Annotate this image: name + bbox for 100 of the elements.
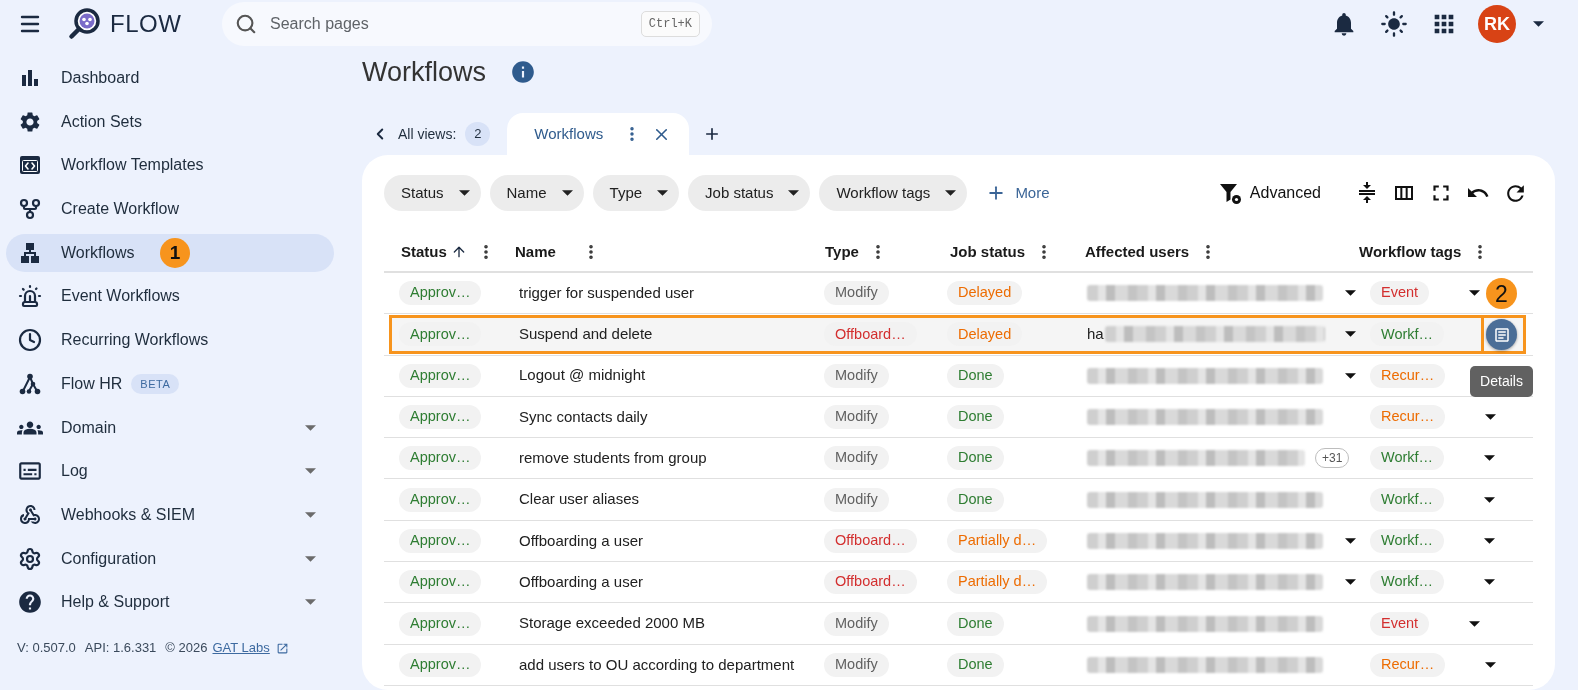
copyright-text: © 2026 [165,639,208,658]
filter-chip[interactable]: Status [384,175,481,211]
type-tag: Modify [824,405,889,430]
caret-icon[interactable] [561,190,573,196]
job-status-tag: Done [947,446,1004,471]
hierarchy-icon [18,240,42,265]
filter-chip[interactable]: Type [592,175,680,211]
job-status-tag: Done [947,405,1004,430]
type-tag: Modify [824,487,889,512]
sidebar-item[interactable]: Configuration [6,539,334,578]
caret-icon[interactable] [1469,620,1481,627]
settings-icon [18,546,42,571]
sidebar-item[interactable]: Workflow Templates [6,146,334,185]
status-tag: Approv… [399,446,482,471]
caret-icon[interactable] [458,190,470,196]
caret-icon[interactable] [788,190,800,196]
caret-icon[interactable] [1345,537,1356,544]
avatar-button[interactable]: RK [1478,5,1516,43]
sidebar-item[interactable]: Webhooks & SIEM [6,495,334,534]
step-marker: 2 [1486,278,1517,310]
workflow-name: remove students from group [519,448,707,469]
caret-icon[interactable] [657,190,669,196]
caret-icon[interactable] [1485,414,1497,421]
sun-icon[interactable] [1380,10,1408,38]
status-tag: Approv… [399,611,482,636]
search-field[interactable]: Search pages Ctrl+K [222,2,712,46]
sidebar-item[interactable]: Flow HR BETA [6,364,334,403]
caret-icon[interactable] [1533,21,1544,27]
shortcut-hint: Ctrl+K [640,11,700,37]
workflow-name: Clear user aliases [519,489,640,510]
filter-chip[interactable]: Workflow tags [819,175,968,211]
workflow-tag: Recur… [1370,405,1446,430]
more-filters-button[interactable]: More [986,181,1050,205]
column-header[interactable]: Affected users [1085,240,1190,264]
workflow-tag: Workf… [1370,487,1445,512]
job-status-tag: Done [947,652,1004,677]
workflow-tag: Recur… [1370,363,1446,388]
type-tag: Modify [824,363,889,388]
sidebar-item[interactable]: Action Sets [6,102,334,141]
sidebar-item[interactable]: Recurring Workflows [6,321,334,360]
more-users-count[interactable]: +31 [1315,448,1350,469]
caret-icon[interactable] [1345,372,1356,379]
caret-icon[interactable] [1484,455,1496,462]
column-header[interactable]: Job status [950,240,1025,264]
help-icon [17,589,43,616]
job-status-tag: Done [947,611,1004,636]
workflow-name: add users to OU according to department [519,654,795,675]
info-icon[interactable] [510,59,537,85]
caret-icon[interactable] [1484,496,1496,503]
tooltip: Details [1470,366,1533,398]
caret-icon[interactable] [1469,290,1481,297]
search-icon [235,13,257,35]
caret-icon[interactable] [945,190,957,196]
workflow-name: Logout @ midnight [519,365,646,386]
column-header[interactable]: Type [825,240,859,264]
sidebar-item[interactable]: Domain [6,408,334,447]
document-icon [1492,325,1511,344]
caret-icon[interactable] [1345,290,1356,297]
status-tag: Approv… [399,487,482,512]
siren-icon [18,284,42,309]
column-header[interactable]: Name [515,240,556,264]
column-header[interactable]: Workflow tags [1359,240,1462,264]
workflow-tag: Recur… [1370,652,1446,677]
magnifier-logo-icon[interactable] [68,8,100,40]
column-header[interactable]: Status [401,240,447,264]
caret-icon[interactable] [1345,579,1356,586]
type-tag: Offboard… [824,528,917,553]
filter-settings-icon[interactable] [1217,181,1242,205]
external-link-icon[interactable] [275,641,289,655]
view-tab[interactable]: Workflows [507,113,690,155]
sidebar-item[interactable]: Dashboard [6,59,334,97]
job-status-tag: Done [947,363,1004,388]
workflow-name: trigger for suspended user [519,282,695,303]
type-tag: Modify [824,446,889,471]
advanced-button[interactable]: Advanced [1249,181,1321,205]
caret-icon[interactable] [1485,661,1497,668]
sidebar-item[interactable]: Event Workflows [6,277,334,316]
sidebar-item[interactable]: Create Workflow [6,190,334,229]
caret-icon[interactable] [1484,537,1496,544]
workflow-name: Storage exceeded 2000 MB [519,613,705,634]
sidebar-item[interactable]: Log [6,452,334,491]
status-tag: Approv… [399,652,482,677]
filter-chip[interactable]: Name [489,175,584,211]
search-input[interactable]: Search pages [270,12,641,36]
node-graph-icon [18,371,42,396]
caret-icon[interactable] [1345,331,1356,338]
workflow-name: Offboarding a user [519,530,643,551]
type-tag: Modify [824,611,889,636]
workflow-tag: Event [1370,281,1430,306]
filter-chip[interactable]: Job status [688,175,811,211]
status-tag: Approv… [399,528,482,553]
status-tag: Approv… [399,570,482,595]
type-tag: Offboard… [824,570,917,595]
workflow-tag: Workf… [1370,570,1445,595]
gat-labs-link[interactable]: GAT Labs [212,638,270,658]
view-count-badge: 2 [465,122,491,146]
job-status-tag: Delayed [947,281,1023,306]
workflow-name: Sync contacts daily [519,406,648,427]
caret-icon[interactable] [1484,579,1496,586]
sidebar-item[interactable]: Help & Support [6,583,334,622]
